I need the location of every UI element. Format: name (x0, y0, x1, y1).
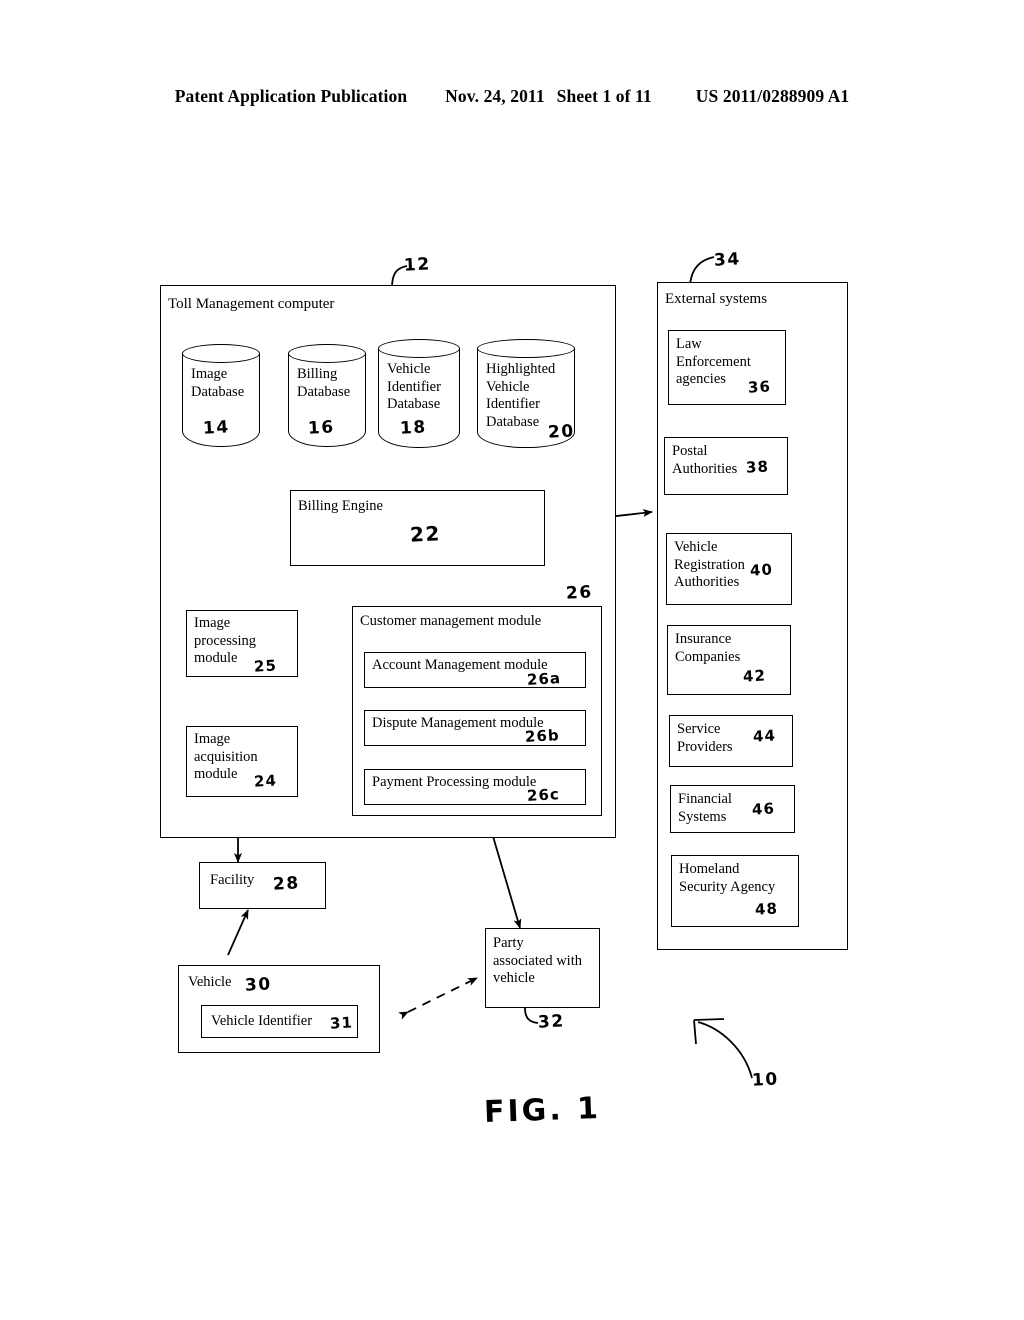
numeral-14: 14 (202, 417, 231, 439)
vehicle-identifier-database-label: Vehicle Identifier Database (387, 361, 441, 412)
financial-systems-label: Financial Systems (678, 791, 732, 825)
numeral-31: 31 (329, 1013, 354, 1033)
numeral-28: 28 (272, 873, 301, 895)
vehicle-identifier-label: Vehicle Identifier (211, 1013, 313, 1029)
numeral-46: 46 (751, 799, 776, 819)
numeral-36: 36 (747, 377, 772, 397)
publication-header: Patent Application Publication Nov. 24, 2… (0, 86, 1024, 107)
service-providers-label: Service Providers (677, 721, 733, 755)
facility-label: Facility (210, 872, 255, 888)
vehicle-label: Vehicle (188, 974, 232, 990)
numeral-38: 38 (745, 457, 770, 477)
billing-database-label: Billing Database (297, 366, 351, 400)
header-patent-number: US 2011/0288909 A1 (695, 86, 850, 106)
account-management-module-label: Account Management module (372, 657, 548, 673)
numeral-48: 48 (754, 899, 779, 919)
customer-management-module-label: Customer management module (360, 613, 542, 629)
numeral-24: 24 (253, 771, 278, 791)
billing-database-cylinder: Billing Database (288, 344, 366, 456)
dispute-management-module-label: Dispute Management module (372, 715, 544, 731)
numeral-42: 42 (742, 666, 767, 686)
numeral-26a: 26a (526, 669, 562, 689)
toll-management-computer-title: Toll Management computer (168, 296, 335, 312)
external-systems-title: External systems (665, 291, 768, 307)
numeral-26b: 26b (524, 726, 561, 746)
payment-processing-module-label: Payment Processing module (372, 774, 537, 790)
header-sheet-text: Sheet 1 of 11 (556, 86, 652, 106)
numeral-26: 26 (565, 582, 594, 604)
party-associated-with-vehicle-label: Party associated with vehicle (493, 935, 582, 986)
numeral-25: 25 (253, 656, 278, 676)
image-processing-module-label: Image processing module (194, 615, 257, 666)
numeral-26c: 26c (526, 785, 561, 805)
numeral-32: 32 (537, 1011, 566, 1033)
numeral-34: 34 (713, 249, 742, 271)
image-database-label: Image Database (191, 366, 245, 400)
patent-figure-page: Patent Application Publication Nov. 24, 2… (0, 0, 1024, 1320)
header-publication-text: Patent Application Publication (174, 86, 408, 106)
billing-engine-label: Billing Engine (298, 498, 383, 514)
homeland-security-agency-label: Homeland Security Agency (679, 861, 776, 895)
vehicle-identifier-database-cylinder: Vehicle Identifier Database (378, 339, 460, 457)
postal-authorities-label: Postal Authorities (672, 443, 738, 477)
image-acquisition-module-label: Image acquisition module (194, 731, 258, 782)
numeral-12: 12 (403, 254, 432, 276)
image-database-cylinder: Image Database (182, 344, 260, 456)
numeral-40: 40 (749, 560, 774, 580)
numeral-20: 20 (547, 421, 576, 443)
highlighted-vehicle-identifier-database-label: Highlighted Vehicle Identifier Database (486, 361, 556, 430)
numeral-10: 10 (751, 1069, 780, 1091)
numeral-22: 22 (409, 521, 442, 547)
numeral-16: 16 (307, 417, 336, 439)
vehicle-registration-authorities-label: Vehicle Registration Authorities (674, 539, 745, 590)
insurance-companies-label: Insurance Companies (675, 631, 741, 665)
numeral-30: 30 (244, 974, 273, 996)
numeral-44: 44 (752, 726, 777, 746)
header-date-text: Nov. 24, 2011 (445, 86, 545, 106)
numeral-18: 18 (399, 417, 428, 439)
law-enforcement-agencies-label: Law Enforcement agencies (676, 336, 751, 387)
figure-caption: FIG. 1 (483, 1090, 602, 1131)
